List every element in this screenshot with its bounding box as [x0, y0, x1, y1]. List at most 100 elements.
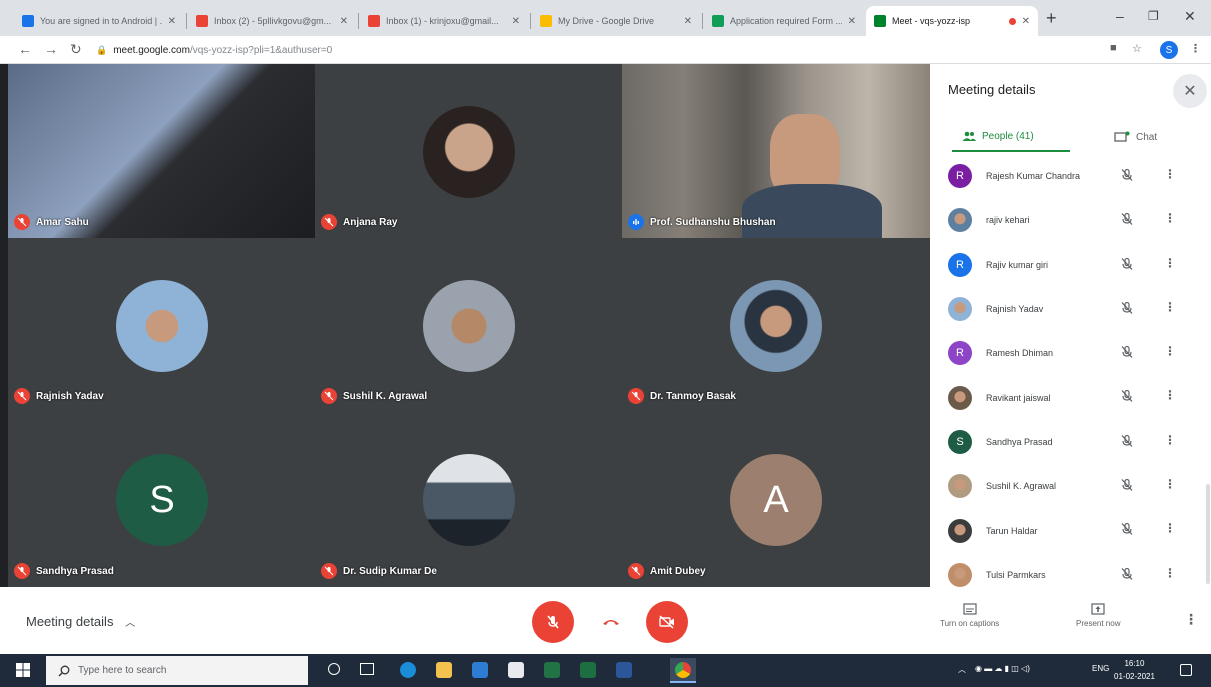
- mic-off-icon[interactable]: [1120, 257, 1134, 271]
- meeting-details-toggle[interactable]: Meeting details ︿: [26, 614, 135, 629]
- participant-list-item[interactable]: R Rajesh Kumar Chandra ⋮: [930, 154, 1205, 198]
- url-bar[interactable]: 🔒 meet.google.com /vqs-yozz-isp?pli=1&au…: [96, 39, 1086, 61]
- browser-tab[interactable]: Inbox (2) - 5pllivkgovu@gm... ✕: [188, 6, 356, 36]
- participant-more-options-button[interactable]: ⋮: [1164, 167, 1176, 181]
- maximize-button[interactable]: ❐: [1148, 9, 1159, 23]
- close-tab-icon[interactable]: ✕: [1022, 16, 1030, 27]
- mail-icon[interactable]: [472, 662, 488, 678]
- participant-tile[interactable]: Rajnish Yadav: [8, 238, 315, 412]
- mic-off-icon[interactable]: [1120, 345, 1134, 359]
- leave-call-button[interactable]: [590, 601, 632, 643]
- tray-icons[interactable]: ◉ ▬ ☁ ▮ ◫ ◁): [975, 664, 1030, 673]
- mic-off-icon[interactable]: [1120, 434, 1134, 448]
- participant-list-item[interactable]: Ravikant jaiswal ⋮: [930, 375, 1205, 419]
- participant-more-options-button[interactable]: ⋮: [1164, 211, 1176, 225]
- participant-tile[interactable]: S Sandhya Prasad: [8, 412, 315, 587]
- mic-off-icon[interactable]: [1120, 522, 1134, 536]
- participant-list-avatar: [948, 518, 972, 543]
- system-clock[interactable]: 16:10 01-02-2021: [1114, 657, 1155, 683]
- close-tab-icon[interactable]: ✕: [168, 16, 176, 27]
- browser-tab[interactable]: You are signed in to Android | ... ✕: [14, 6, 184, 36]
- people-icon: [962, 131, 976, 141]
- participant-list-avatar: [948, 297, 972, 322]
- mic-off-icon[interactable]: [1120, 301, 1134, 315]
- notification-center-icon[interactable]: [1180, 664, 1192, 676]
- mic-off-icon[interactable]: [1120, 212, 1134, 226]
- store-icon[interactable]: [508, 662, 524, 678]
- participant-more-options-button[interactable]: ⋮: [1164, 433, 1176, 447]
- participant-more-options-button[interactable]: ⋮: [1164, 566, 1176, 580]
- taskbar-search-input[interactable]: Type here to search: [46, 656, 308, 685]
- participant-list-item[interactable]: R Rajiv kumar giri ⋮: [930, 243, 1205, 287]
- task-view-icon[interactable]: [360, 663, 374, 675]
- word-icon[interactable]: [616, 662, 632, 678]
- profile-avatar[interactable]: S: [1160, 41, 1178, 59]
- participant-more-options-button[interactable]: ⋮: [1164, 256, 1176, 270]
- participant-tile[interactable]: A Amit Dubey: [622, 412, 930, 587]
- browser-tab[interactable]: Inbox (1) - krinjoxu@gmail... ✕: [360, 6, 528, 36]
- camera-indicator-icon[interactable]: ■: [1110, 42, 1117, 54]
- browser-tab-active[interactable]: Meet - vqs-yozz-isp ✕: [866, 6, 1038, 36]
- url-path: /vqs-yozz-isp?pli=1&authuser=0: [189, 44, 333, 56]
- participant-tile[interactable]: Amar Sahu: [8, 64, 315, 238]
- minimize-button[interactable]: –: [1116, 8, 1124, 24]
- close-tab-icon[interactable]: ✕: [512, 16, 520, 27]
- forward-button[interactable]: →: [44, 41, 58, 57]
- edge-icon[interactable]: [400, 662, 416, 678]
- tab-people[interactable]: People (41): [952, 122, 1070, 152]
- participant-list-name: Rajnish Yadav: [986, 304, 1044, 315]
- mic-off-icon[interactable]: [1120, 389, 1134, 403]
- close-tab-icon[interactable]: ✕: [340, 16, 348, 27]
- participant-list-item[interactable]: S Sandhya Prasad ⋮: [930, 420, 1205, 464]
- mic-off-icon[interactable]: [1120, 168, 1134, 182]
- tray-chevron-icon[interactable]: ︿: [958, 664, 966, 675]
- green-app-icon[interactable]: [544, 662, 560, 678]
- present-icon: [1091, 603, 1105, 615]
- browser-tab[interactable]: Application required Form ... ✕: [704, 6, 864, 36]
- windows-start-icon[interactable]: [16, 663, 30, 677]
- participant-more-options-button[interactable]: ⋮: [1164, 344, 1176, 358]
- new-tab-button[interactable]: +: [1046, 8, 1057, 29]
- participant-more-options-button[interactable]: ⋮: [1164, 300, 1176, 314]
- mic-off-icon[interactable]: [1120, 567, 1134, 581]
- participant-list-item[interactable]: R Ramesh Dhiman ⋮: [930, 331, 1205, 375]
- people-list-scrollbar[interactable]: [1206, 484, 1210, 584]
- cortana-icon[interactable]: [328, 663, 340, 675]
- close-panel-button[interactable]: ✕: [1173, 74, 1207, 108]
- participant-more-options-button[interactable]: ⋮: [1164, 477, 1176, 491]
- language-indicator[interactable]: ENG: [1092, 664, 1109, 673]
- participant-tile[interactable]: Dr. Tanmoy Basak: [622, 238, 930, 412]
- tab-divider: [358, 13, 359, 29]
- participant-tile[interactable]: Dr. Sudip Kumar De: [315, 412, 622, 587]
- camera-toggle-button[interactable]: [646, 601, 688, 643]
- close-tab-icon[interactable]: ✕: [684, 16, 692, 27]
- chrome-taskbar-button[interactable]: [670, 658, 696, 683]
- microphone-toggle-button[interactable]: [532, 601, 574, 643]
- more-options-button[interactable]: ⋮: [1184, 611, 1198, 628]
- reload-button[interactable]: ↻: [70, 41, 82, 58]
- participant-tile[interactable]: Anjana Ray: [315, 64, 622, 238]
- mic-off-icon[interactable]: [1120, 478, 1134, 492]
- captions-button[interactable]: Turn on captions: [940, 603, 999, 628]
- browser-menu-icon[interactable]: ⋮: [1190, 42, 1201, 55]
- tab-chat[interactable]: Chat: [1114, 122, 1184, 152]
- participant-name: Sandhya Prasad: [36, 565, 114, 577]
- participant-tile[interactable]: Sushil K. Agrawal: [315, 238, 622, 412]
- back-button[interactable]: ←: [18, 41, 32, 57]
- excel-icon[interactable]: [580, 662, 596, 678]
- file-explorer-icon[interactable]: [436, 662, 452, 678]
- participant-more-options-button[interactable]: ⋮: [1164, 388, 1176, 402]
- participant-more-options-button[interactable]: ⋮: [1164, 521, 1176, 535]
- close-window-button[interactable]: ✕: [1184, 8, 1196, 25]
- present-now-button[interactable]: Present now: [1076, 603, 1120, 628]
- browser-tab[interactable]: My Drive - Google Drive ✕: [532, 6, 700, 36]
- url-host: meet.google.com: [113, 44, 190, 56]
- participant-list-item[interactable]: Rajnish Yadav ⋮: [930, 287, 1205, 331]
- participant-list-item[interactable]: rajiv kehari ⋮: [930, 198, 1205, 242]
- close-tab-icon[interactable]: ✕: [848, 16, 856, 27]
- participant-list-item[interactable]: Tarun Haldar ⋮: [930, 508, 1205, 552]
- participant-tile[interactable]: Prof. Sudhanshu Bhushan: [622, 64, 930, 238]
- participant-list-avatar: [948, 385, 972, 410]
- bookmark-star-icon[interactable]: ☆: [1132, 42, 1142, 55]
- participant-list-item[interactable]: Sushil K. Agrawal ⋮: [930, 464, 1205, 508]
